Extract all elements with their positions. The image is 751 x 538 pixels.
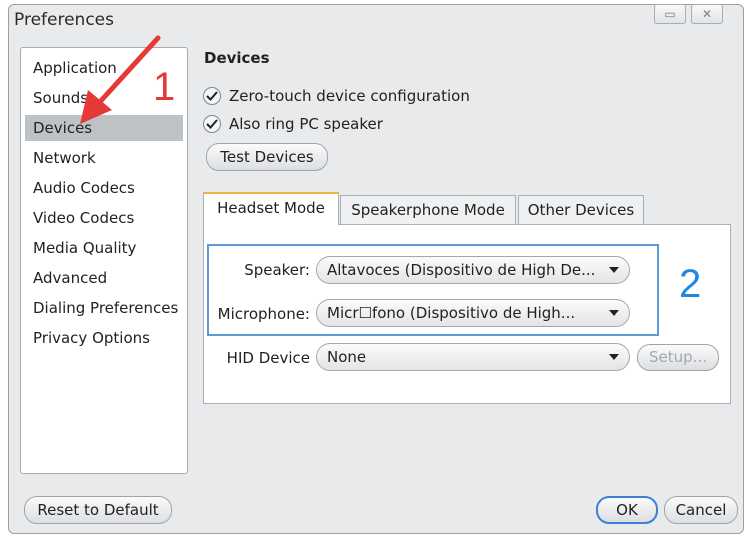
tab-headset-mode[interactable]: Headset Mode	[203, 192, 339, 225]
sidebar-item-video-codecs[interactable]: Video Codecs	[25, 205, 183, 231]
tab-speakerphone-mode[interactable]: Speakerphone Mode	[340, 195, 516, 225]
sidebar-item-privacy-options[interactable]: Privacy Options	[25, 325, 183, 351]
checkmark-icon	[206, 119, 218, 129]
red-arrow-annotation	[80, 35, 161, 124]
tab-other-devices[interactable]: Other Devices	[518, 195, 644, 225]
ring-pc-speaker-label: Also ring PC speaker	[229, 115, 383, 133]
annotation-step-2: 2	[679, 262, 702, 306]
minimize-button[interactable]: ▭	[654, 4, 686, 24]
test-devices-button[interactable]: Test Devices	[206, 143, 328, 171]
cancel-button[interactable]: Cancel	[664, 496, 738, 524]
section-title: Devices	[204, 49, 270, 67]
close-icon: ✕	[701, 7, 713, 21]
zero-touch-label: Zero-touch device configuration	[229, 87, 470, 105]
speaker-microphone-highlight-box	[207, 244, 659, 336]
ok-button[interactable]: OK	[596, 496, 658, 524]
sidebar-item-network[interactable]: Network	[25, 145, 183, 171]
hid-device-select[interactable]: None	[316, 343, 630, 371]
close-button[interactable]: ✕	[691, 4, 723, 24]
reset-to-default-button[interactable]: Reset to Default	[24, 496, 172, 524]
checkmark-icon	[206, 91, 218, 101]
annotation-step-1: 1	[153, 65, 176, 109]
zero-touch-checkbox[interactable]	[203, 87, 221, 105]
ring-pc-speaker-checkbox[interactable]	[203, 115, 221, 133]
sidebar-item-media-quality[interactable]: Media Quality	[25, 235, 183, 261]
chevron-down-icon	[609, 354, 619, 360]
window-title: Preferences	[14, 10, 114, 30]
hid-device-label: HID Device	[226, 349, 310, 367]
sidebar-item-audio-codecs[interactable]: Audio Codecs	[25, 175, 183, 201]
setup-button[interactable]: Setup...	[637, 344, 719, 371]
sidebar-item-dialing-preferences[interactable]: Dialing Preferences	[25, 295, 183, 321]
minimize-icon: ▭	[664, 7, 676, 21]
hid-device-value: None	[327, 348, 367, 366]
sidebar-item-advanced[interactable]: Advanced	[25, 265, 183, 291]
